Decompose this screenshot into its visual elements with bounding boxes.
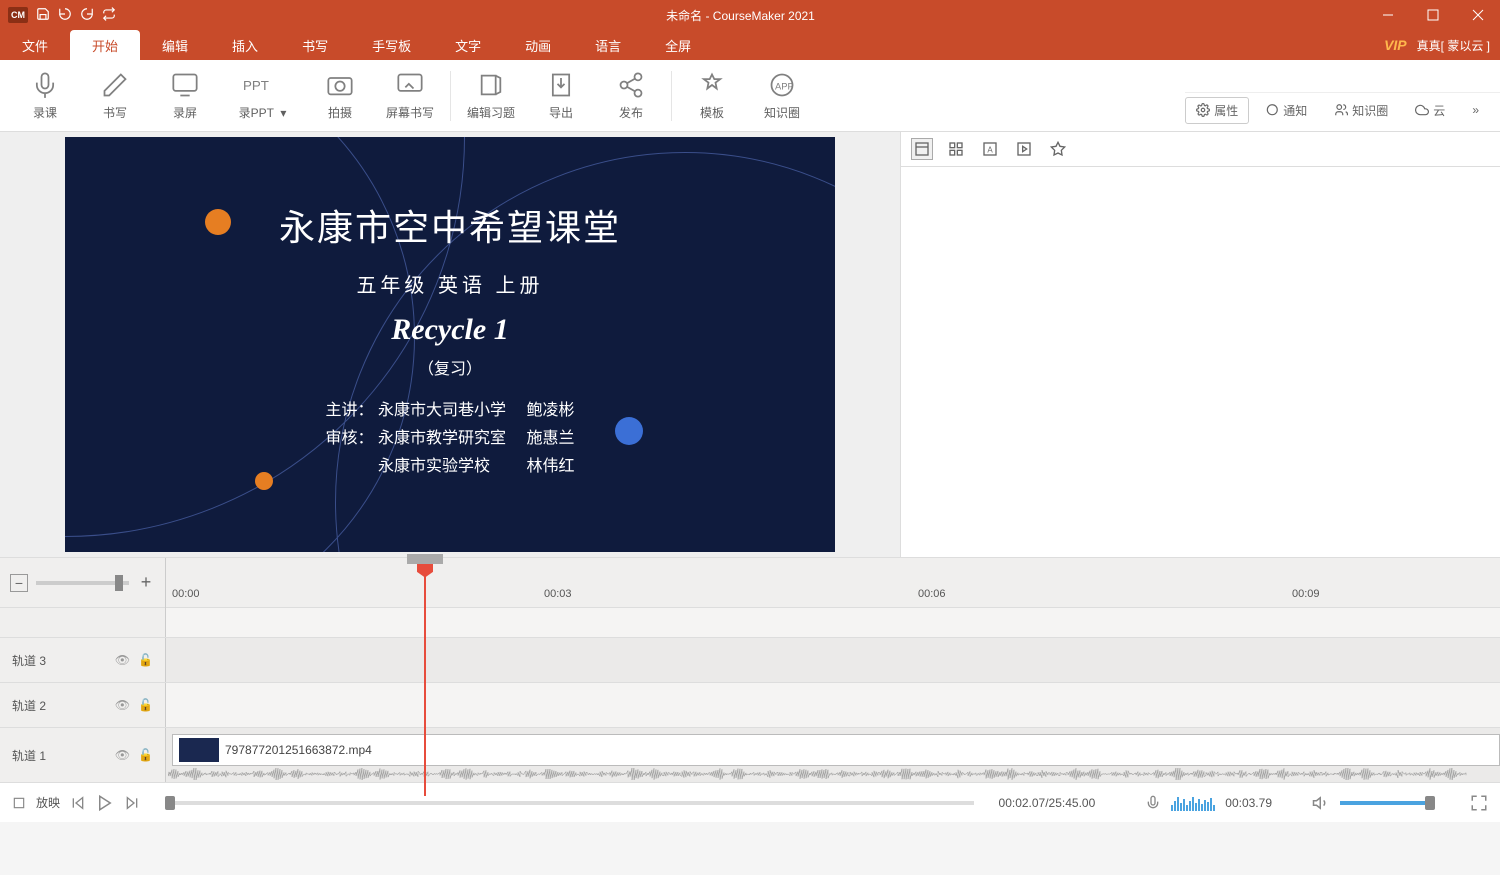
audio-meter	[1171, 795, 1215, 811]
play-label[interactable]: 放映	[36, 794, 60, 811]
slide-heading: 永康市空中希望课堂	[65, 199, 835, 251]
tool-screenwrite[interactable]: 屏幕书写	[375, 60, 445, 132]
redo-icon[interactable]	[80, 7, 94, 24]
menu-text[interactable]: 文字	[433, 30, 503, 61]
window-title: 未命名 - CourseMaker 2021	[116, 7, 1365, 24]
play-icon[interactable]	[96, 794, 114, 812]
slide-credits: 主讲： 永康市大司巷小学 鲍凌彬 审核： 永康市教学研究室 施惠兰 永康市实验学…	[65, 397, 835, 481]
svg-text:PPT: PPT	[243, 78, 269, 93]
menu-edit[interactable]: 编辑	[140, 30, 210, 61]
slide-title2: Recycle 1	[65, 313, 835, 347]
toolbar: 录课 书写 录屏 PPT录PPT ▾ 拍摄 屏幕书写 编辑习题 导出 发布 模板…	[0, 60, 1500, 132]
panel-layout-icon[interactable]	[911, 138, 933, 160]
waveform	[168, 768, 1468, 780]
tool-ppt[interactable]: PPT录PPT ▾	[220, 60, 305, 132]
menu-lang[interactable]: 语言	[573, 30, 643, 61]
playhead[interactable]	[424, 558, 426, 796]
lock-icon[interactable]: 🔓	[138, 653, 153, 667]
maximize-button[interactable]	[1410, 0, 1455, 30]
progress-slider[interactable]	[165, 801, 974, 805]
menu-write[interactable]: 书写	[280, 30, 350, 61]
mic-icon[interactable]	[1145, 795, 1161, 811]
tool-publish[interactable]: 发布	[596, 60, 666, 132]
svg-text:A: A	[987, 145, 993, 154]
video-clip[interactable]: 797877201251663872.mp4	[172, 734, 1500, 766]
volume-slider[interactable]	[1340, 801, 1430, 805]
clip-filename: 797877201251663872.mp4	[225, 743, 372, 757]
zoom-in-button[interactable]: +	[137, 574, 155, 592]
slide-sub: 五年级 英语 上册	[65, 269, 835, 298]
eye-icon[interactable]: 👁	[115, 698, 130, 712]
eye-icon[interactable]: 👁	[115, 748, 130, 762]
track-3[interactable]: 轨道 3👁🔓	[0, 637, 1500, 682]
volume-icon[interactable]	[1312, 794, 1330, 812]
lock-icon[interactable]: 🔓	[138, 748, 153, 762]
fullscreen-icon[interactable]	[1470, 794, 1488, 812]
vip-badge[interactable]: VIP	[1384, 37, 1407, 53]
more-icon[interactable]: »	[1461, 98, 1490, 122]
time-display: 00:02.07/25:45.00	[999, 796, 1096, 810]
save-icon[interactable]	[36, 7, 50, 24]
slide-preview[interactable]: 永康市空中希望课堂 五年级 英语 上册 Recycle 1 （复习） 主讲： 永…	[65, 137, 835, 552]
track-2[interactable]: 轨道 2👁🔓	[0, 682, 1500, 727]
next-icon[interactable]	[124, 795, 140, 811]
timeline: − + 00:00 00:03 00:06 00:09 轨道 3👁🔓 轨道 2👁…	[0, 557, 1500, 782]
tool-export[interactable]: 导出	[526, 60, 596, 132]
tab-circle[interactable]: 知识圈	[1323, 97, 1399, 124]
prev-icon[interactable]	[70, 795, 86, 811]
main-area: 永康市空中希望课堂 五年级 英语 上册 Recycle 1 （复习） 主讲： 永…	[0, 132, 1500, 557]
lock-icon[interactable]: 🔓	[138, 698, 153, 712]
zoom-slider[interactable]	[36, 581, 129, 585]
panel-text-icon[interactable]: A	[979, 138, 1001, 160]
zoom-out-button[interactable]: −	[10, 574, 28, 592]
tab-notify[interactable]: 通知	[1254, 97, 1318, 124]
titlebar: CM 未命名 - CourseMaker 2021	[0, 0, 1500, 30]
panel-play-icon[interactable]	[1013, 138, 1035, 160]
timeline-ruler[interactable]: 00:00 00:03 00:06 00:09	[165, 558, 1500, 608]
tab-cloud[interactable]: 云	[1404, 97, 1456, 124]
stop-icon[interactable]	[12, 796, 26, 810]
user-label[interactable]: 真真[ 蒙以云 ]	[1417, 37, 1490, 54]
tab-props[interactable]: 属性	[1185, 97, 1249, 124]
tool-write[interactable]: 书写	[80, 60, 150, 132]
tool-photo[interactable]: 拍摄	[305, 60, 375, 132]
minimize-button[interactable]	[1365, 0, 1410, 30]
playbar: 放映 00:02.07/25:45.00 00:03.79	[0, 782, 1500, 822]
menu-anim[interactable]: 动画	[503, 30, 573, 61]
menu-start[interactable]: 开始	[70, 30, 140, 61]
menu-fullscreen[interactable]: 全屏	[643, 30, 713, 61]
slide-note: （复习）	[65, 355, 835, 379]
menu-insert[interactable]: 插入	[210, 30, 280, 61]
panel-star-icon[interactable]	[1047, 138, 1069, 160]
properties-panel: A	[900, 132, 1500, 557]
track-1[interactable]: 轨道 1👁🔓 797877201251663872.mp4	[0, 727, 1500, 782]
app-logo: CM	[8, 7, 28, 23]
preview-area: 永康市空中希望课堂 五年级 英语 上册 Recycle 1 （复习） 主讲： 永…	[0, 132, 900, 557]
panel-grid-icon[interactable]	[945, 138, 967, 160]
swap-icon[interactable]	[102, 7, 116, 24]
menu-file[interactable]: 文件	[0, 30, 70, 61]
tool-exercise[interactable]: 编辑习题	[456, 60, 526, 132]
svg-text:APP: APP	[775, 81, 794, 91]
menu-handwrite[interactable]: 手写板	[350, 30, 433, 61]
tool-knowledge[interactable]: APP知识圈	[747, 60, 817, 132]
tool-screen[interactable]: 录屏	[150, 60, 220, 132]
level-display: 00:03.79	[1225, 796, 1272, 810]
tool-record[interactable]: 录课	[10, 60, 80, 132]
tool-template[interactable]: 模板	[677, 60, 747, 132]
eye-icon[interactable]: 👁	[115, 653, 130, 667]
close-button[interactable]	[1455, 0, 1500, 30]
menubar: 文件 开始 编辑 插入 书写 手写板 文字 动画 语言 全屏 VIP 真真[ 蒙…	[0, 30, 1500, 60]
undo-icon[interactable]	[58, 7, 72, 24]
